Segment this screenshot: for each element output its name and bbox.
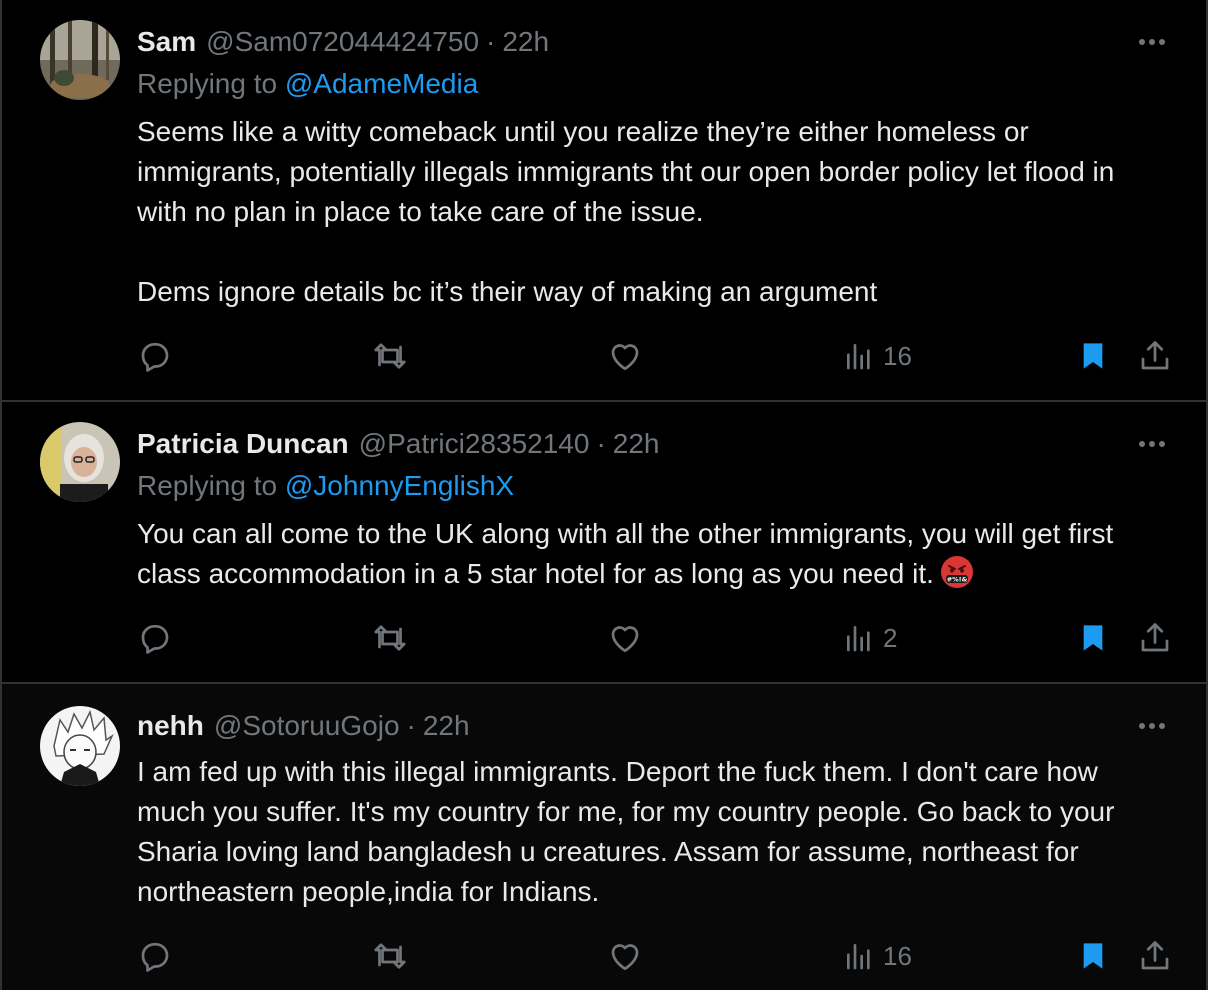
tweet-header: Patricia Duncan @Patrici28352140 · 22h bbox=[137, 426, 659, 462]
bookmark-button[interactable] bbox=[1077, 334, 1109, 378]
replying-to-mention[interactable]: @AdameMedia bbox=[285, 68, 478, 99]
tweet-actions: 16 bbox=[137, 934, 1176, 978]
retweet-button[interactable] bbox=[371, 934, 409, 978]
svg-text:#%!&: #%!& bbox=[947, 576, 968, 584]
separator-dot: · bbox=[486, 26, 496, 57]
author-handle[interactable]: @Patrici28352140 bbox=[359, 428, 590, 460]
reply-button[interactable] bbox=[137, 334, 173, 378]
tweet-actions: 2 bbox=[137, 616, 1176, 660]
timestamp[interactable]: 22h bbox=[423, 710, 470, 742]
forest-photo-icon bbox=[40, 20, 120, 100]
bookmark-button[interactable] bbox=[1077, 616, 1109, 660]
tweet-text-container: You can all come to the UK along with al… bbox=[137, 514, 1167, 594]
separator-dot: · bbox=[596, 428, 606, 459]
share-icon bbox=[1141, 623, 1169, 652]
retweet-icon bbox=[374, 625, 406, 651]
views-button[interactable]: 16 bbox=[843, 934, 912, 978]
avatar-nehh[interactable] bbox=[40, 706, 120, 786]
author-name[interactable]: Sam bbox=[137, 26, 196, 58]
bookmark-icon bbox=[1083, 625, 1103, 651]
tweet-header: nehh @SotoruuGojo · 22h bbox=[137, 708, 470, 744]
conversation-timeline: Sam @Sam072044424750 · 22h Replying to @… bbox=[0, 0, 1208, 990]
more-options-button[interactable] bbox=[1132, 30, 1172, 54]
replying-to-label: Replying to bbox=[137, 68, 278, 99]
profile-photo-icon bbox=[40, 422, 120, 502]
like-button[interactable] bbox=[607, 934, 643, 978]
author-handle[interactable]: @SotoruuGojo bbox=[214, 710, 400, 742]
replying-to: Replying to @AdameMedia bbox=[137, 68, 478, 100]
like-button[interactable] bbox=[607, 616, 643, 660]
tweet-actions: 16 bbox=[137, 334, 1176, 378]
tweet-sam[interactable]: Sam @Sam072044424750 · 22h Replying to @… bbox=[2, 0, 1206, 402]
views-button[interactable]: 16 bbox=[843, 334, 912, 378]
reply-icon bbox=[141, 942, 169, 972]
share-button[interactable] bbox=[1137, 616, 1173, 660]
timestamp[interactable]: 22h bbox=[502, 26, 549, 58]
views-icon bbox=[847, 626, 870, 652]
more-options-button[interactable] bbox=[1132, 714, 1172, 738]
replying-to-label: Replying to bbox=[137, 470, 278, 501]
author-name[interactable]: Patricia Duncan bbox=[137, 428, 349, 460]
tweet-patricia-duncan[interactable]: Patricia Duncan @Patrici28352140 · 22h R… bbox=[2, 402, 1206, 684]
more-icon bbox=[1139, 39, 1165, 45]
like-button[interactable] bbox=[607, 334, 643, 378]
like-icon bbox=[611, 626, 639, 653]
views-icon bbox=[847, 344, 870, 370]
reply-icon bbox=[141, 624, 169, 654]
avatar-patricia-duncan[interactable] bbox=[40, 422, 120, 502]
bookmark-button[interactable] bbox=[1077, 934, 1109, 978]
anime-avatar-icon bbox=[40, 706, 120, 786]
share-icon bbox=[1141, 341, 1169, 370]
more-icon bbox=[1139, 723, 1165, 729]
replying-to: Replying to @JohnnyEnglishX bbox=[137, 470, 514, 502]
more-options-button[interactable] bbox=[1132, 432, 1172, 456]
retweet-icon bbox=[374, 343, 406, 369]
tweet-text: Seems like a witty comeback until you re… bbox=[137, 116, 1115, 307]
tweet-header: Sam @Sam072044424750 · 22h bbox=[137, 24, 549, 60]
avatar-sam[interactable] bbox=[40, 20, 120, 100]
author-handle[interactable]: @Sam072044424750 bbox=[206, 26, 479, 58]
share-icon bbox=[1141, 941, 1169, 970]
retweet-button[interactable] bbox=[371, 616, 409, 660]
like-icon bbox=[611, 944, 639, 971]
more-icon bbox=[1139, 441, 1165, 447]
views-count: 16 bbox=[883, 940, 912, 971]
like-icon bbox=[611, 344, 639, 371]
tweet-nehh[interactable]: nehh @SotoruuGojo · 22h I am fed up with… bbox=[2, 684, 1206, 990]
views-count: 2 bbox=[883, 622, 898, 653]
views-count: 16 bbox=[883, 340, 912, 371]
timestamp[interactable]: 22h bbox=[613, 428, 660, 460]
share-button[interactable] bbox=[1137, 934, 1173, 978]
face-with-symbols-on-mouth-icon: #%!& bbox=[940, 556, 973, 588]
views-button[interactable]: 2 bbox=[843, 616, 897, 660]
author-name[interactable]: nehh bbox=[137, 710, 204, 742]
reply-icon bbox=[141, 342, 169, 372]
reply-button[interactable] bbox=[137, 934, 173, 978]
replying-to-mention[interactable]: @JohnnyEnglishX bbox=[285, 470, 514, 501]
retweet-button[interactable] bbox=[371, 334, 409, 378]
bookmark-icon bbox=[1083, 943, 1103, 969]
tweet-text: I am fed up with this illegal immigrants… bbox=[137, 756, 1123, 907]
retweet-icon bbox=[374, 943, 406, 969]
share-button[interactable] bbox=[1137, 334, 1173, 378]
separator-dot: · bbox=[406, 710, 416, 741]
bookmark-icon bbox=[1083, 343, 1103, 369]
reply-button[interactable] bbox=[137, 616, 173, 660]
views-icon bbox=[847, 944, 870, 970]
